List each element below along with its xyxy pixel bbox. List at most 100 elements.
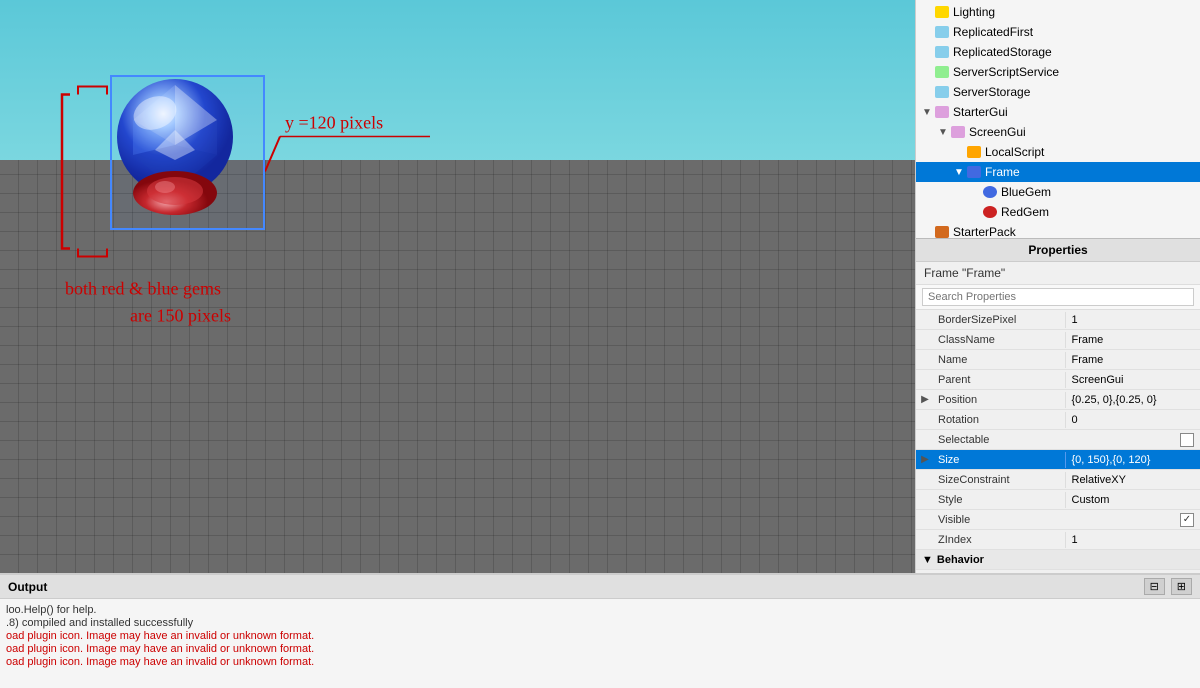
search-properties-input[interactable] [922, 288, 1194, 306]
explorer-item-starter-gui[interactable]: ▼ StarterGui [916, 102, 1200, 122]
prop-value-text: RelativeXY [1065, 472, 1200, 488]
viewport-canvas: y =120 pixels both red & blue gems are 1… [0, 0, 915, 573]
explorer-item-red-gem[interactable]: RedGem [916, 202, 1200, 222]
tree-label: ReplicatedStorage [953, 45, 1052, 59]
tree-arrow: ▼ [936, 127, 950, 138]
tree-icon-gui [950, 124, 966, 140]
viewport: y =120 pixels both red & blue gems are 1… [0, 0, 915, 573]
tree-label: StarterPack [953, 225, 1016, 238]
explorer-item-blue-gem[interactable]: BlueGem [916, 182, 1200, 202]
prop-name-label: Parent [934, 372, 1065, 388]
output-line: oad plugin icon. Image may have an inval… [6, 630, 1194, 642]
section-expand: ▼ [922, 554, 933, 566]
output-expand-button[interactable]: ⊞ [1171, 578, 1192, 595]
tree-label: RedGem [1001, 205, 1049, 219]
output-line: oad plugin icon. Image may have an inval… [6, 643, 1194, 655]
prop-row-selectable[interactable]: Selectable [916, 430, 1200, 450]
prop-row-style[interactable]: StyleCustom [916, 490, 1200, 510]
tree-icon-storage [934, 44, 950, 60]
prop-value-text: {0.25, 0},{0.25, 0} [1065, 392, 1200, 408]
prop-expand-icon: ▶ [916, 394, 934, 405]
tree-arrow: ▼ [952, 167, 966, 178]
prop-value-text: Frame [1065, 332, 1200, 348]
tree-icon-script [966, 144, 982, 160]
explorer-item-frame[interactable]: ▼ Frame [916, 162, 1200, 182]
tree-label: Lighting [953, 5, 995, 19]
prop-name-label: BorderSizePixel [934, 312, 1065, 328]
prop-row-size[interactable]: ▶Size{0, 150},{0, 120} [916, 450, 1200, 470]
tree-arrow: ▼ [920, 107, 934, 118]
prop-row-bordersizepixel[interactable]: BorderSizePixel1 [916, 310, 1200, 330]
tree-icon-gem-blue [982, 184, 998, 200]
tree-icon-service [934, 64, 950, 80]
prop-name-label: ClassName [934, 332, 1065, 348]
explorer-tree[interactable]: Lighting ReplicatedFirst ReplicatedStorage… [916, 0, 1200, 238]
output-header: Output ⊟ ⊞ [0, 575, 1200, 599]
prop-row-visible[interactable]: Visible [916, 510, 1200, 530]
tree-label: BlueGem [1001, 185, 1051, 199]
prop-value-text: 1 [1065, 532, 1200, 548]
properties-title: Frame "Frame" [916, 262, 1200, 285]
prop-row-sizeconstraint[interactable]: SizeConstraintRelativeXY [916, 470, 1200, 490]
output-line: oad plugin icon. Image may have an inval… [6, 656, 1194, 668]
tree-label: ServerScriptService [953, 65, 1059, 79]
properties-panel: Properties Frame "Frame" BorderSizePixel… [916, 238, 1200, 573]
prop-row-parent[interactable]: ParentScreenGui [916, 370, 1200, 390]
prop-value-text: 1 [1065, 312, 1200, 328]
explorer-item-replicated-storage[interactable]: ReplicatedStorage [916, 42, 1200, 62]
prop-row-classname[interactable]: ClassNameFrame [916, 330, 1200, 350]
search-properties-container [916, 285, 1200, 310]
prop-row-name[interactable]: NameFrame [916, 350, 1200, 370]
explorer-item-server-storage[interactable]: ServerStorage [916, 82, 1200, 102]
prop-value-text: {0, 150},{0, 120} [1065, 452, 1200, 468]
prop-section-behavior[interactable]: ▼ Behavior [916, 550, 1200, 570]
main-area: y =120 pixels both red & blue gems are 1… [0, 0, 1200, 573]
output-panel: Output ⊟ ⊞ loo.Help() for help..8) compi… [0, 573, 1200, 688]
tree-label: LocalScript [985, 145, 1044, 159]
tree-icon-frame [966, 164, 982, 180]
explorer-item-lighting[interactable]: Lighting [916, 2, 1200, 22]
prop-row-zindex[interactable]: ZIndex1 [916, 530, 1200, 550]
explorer-item-server-script-service[interactable]: ServerScriptService [916, 62, 1200, 82]
section-label: Behavior [937, 554, 984, 566]
tree-icon-gem-red [982, 204, 998, 220]
prop-checkbox-checked[interactable] [1180, 513, 1194, 527]
output-controls: ⊟ ⊞ [1144, 578, 1192, 595]
prop-name-label: ZIndex [934, 532, 1065, 548]
tree-icon-gui [934, 104, 950, 120]
tree-label: Frame [985, 165, 1020, 179]
output-content: loo.Help() for help..8) compiled and ins… [0, 599, 1200, 688]
prop-name-label: Size [934, 452, 1065, 468]
properties-header: Properties [916, 239, 1200, 262]
explorer-item-replicated-first[interactable]: ReplicatedFirst [916, 22, 1200, 42]
output-title: Output [8, 580, 47, 594]
prop-name-label: Name [934, 352, 1065, 368]
explorer-item-screen-gui[interactable]: ▼ScreenGui [916, 122, 1200, 142]
prop-row-rotation[interactable]: Rotation0 [916, 410, 1200, 430]
tree-icon-storage [934, 84, 950, 100]
tree-icon-pack [934, 224, 950, 238]
prop-expand-icon: ▶ [916, 454, 934, 465]
tree-icon-storage [934, 24, 950, 40]
prop-checkbox[interactable] [1180, 433, 1194, 447]
properties-table: BorderSizePixel1ClassNameFrameNameFrameP… [916, 310, 1200, 573]
tree-label: ServerStorage [953, 85, 1030, 99]
prop-row-position[interactable]: ▶Position{0.25, 0},{0.25, 0} [916, 390, 1200, 410]
prop-name-label: SizeConstraint [934, 472, 1065, 488]
explorer-item-local-script[interactable]: LocalScript [916, 142, 1200, 162]
prop-value-text: ScreenGui [1065, 372, 1200, 388]
prop-name-label: Position [934, 392, 1065, 408]
prop-name-label: Visible [934, 512, 1174, 528]
output-line: .8) compiled and installed successfully [6, 617, 1194, 629]
tree-label: ReplicatedFirst [953, 25, 1033, 39]
prop-value-text: Custom [1065, 492, 1200, 508]
explorer-item-starter-pack[interactable]: StarterPack [916, 222, 1200, 238]
output-collapse-button[interactable]: ⊟ [1144, 578, 1165, 595]
gem-container[interactable] [110, 75, 265, 230]
tree-label: StarterGui [953, 105, 1008, 119]
prop-value-text: Frame [1065, 352, 1200, 368]
prop-value-text: 0 [1065, 412, 1200, 428]
tree-icon-lighting [934, 4, 950, 20]
prop-name-label: Rotation [934, 412, 1065, 428]
prop-name-label: Selectable [934, 432, 1174, 448]
